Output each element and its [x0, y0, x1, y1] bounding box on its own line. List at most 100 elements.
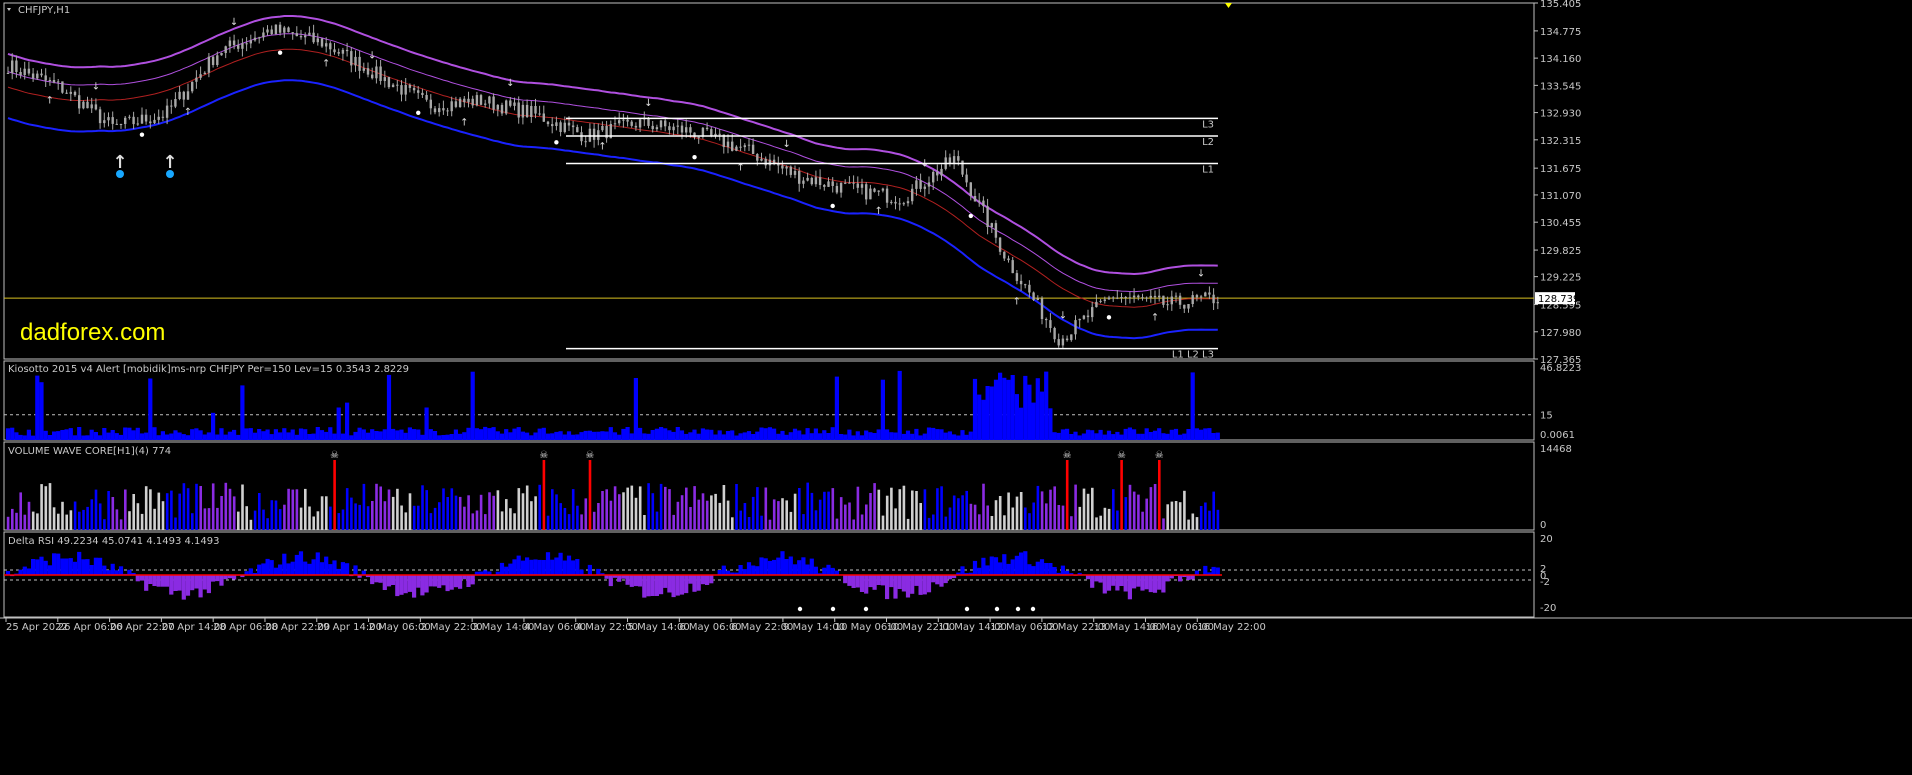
kiosotto-bar — [947, 431, 952, 440]
candle-body — [567, 122, 571, 126]
dot-icon — [830, 606, 836, 612]
candle-body — [1216, 302, 1219, 304]
volume-bar — [1086, 493, 1090, 530]
kiosotto-bar — [784, 434, 789, 440]
kiosotto-bar — [1085, 429, 1091, 440]
delta-rsi-bar — [922, 575, 927, 595]
candle-body — [1116, 297, 1119, 299]
level-label: L2 — [1202, 137, 1214, 148]
delta-rsi-bar — [972, 560, 978, 575]
kiosotto-bar — [22, 435, 27, 440]
delta-rsi-bar — [269, 560, 274, 575]
kiosotto-bar — [1098, 429, 1103, 440]
candle-body — [798, 171, 801, 184]
delta-rsi-bar — [822, 567, 827, 575]
kiosotto-bar — [960, 430, 965, 440]
chevron-down-icon[interactable] — [7, 8, 11, 11]
kiosotto-bar — [165, 434, 170, 440]
candle-body — [170, 105, 173, 107]
chart-canvas[interactable]: ↑↓↑↓↑↓↑↓↑↓↑↓↑↓↑↓↑↓↑↑L3L2L1L1 L2 L3135.40… — [0, 0, 1912, 775]
volume-bar — [391, 496, 395, 530]
candle-body — [1153, 295, 1157, 298]
kiosotto-axis-label: 46.8223 — [1540, 363, 1581, 374]
candle-body — [906, 201, 910, 204]
candle-body — [417, 90, 420, 93]
candle-body — [48, 80, 52, 81]
candle-body — [881, 188, 885, 191]
down-arrow-icon: ↓ — [1059, 311, 1067, 322]
candle-body — [1141, 297, 1144, 299]
delta-rsi-bar — [1023, 551, 1028, 575]
kiosotto-bar — [1081, 433, 1086, 440]
volume-bar — [1158, 460, 1161, 530]
candle-body — [454, 101, 458, 107]
candle-body — [940, 168, 943, 176]
kiosotto-bar — [638, 427, 643, 440]
candle-body — [446, 110, 449, 112]
candle-body — [258, 37, 261, 39]
volume-bar — [714, 493, 717, 530]
kiosotto-bar — [725, 431, 731, 440]
volume-bar — [90, 499, 94, 530]
kiosotto-bar — [152, 427, 157, 440]
price-tick-label: 132.315 — [1540, 136, 1581, 147]
kiosotto-bar — [755, 431, 760, 440]
candle-body — [952, 156, 956, 164]
candle-body — [82, 101, 85, 109]
delta-rsi-bar — [550, 559, 555, 575]
candle-body — [249, 40, 252, 44]
delta-rsi-bar — [68, 558, 73, 575]
kiosotto-bar — [989, 386, 994, 440]
volume-bar — [463, 506, 466, 530]
delta-rsi-bar — [432, 575, 438, 587]
candle-body — [488, 96, 491, 104]
delta-rsi-bar — [1203, 565, 1208, 575]
delta-rsi-bar — [977, 567, 982, 575]
candle-body — [165, 105, 169, 118]
candle-body — [44, 75, 47, 81]
delta-rsi-bar — [81, 559, 86, 575]
candle-body — [534, 106, 537, 114]
candle-body — [345, 49, 349, 52]
candle-body — [1099, 300, 1102, 302]
volume-bar — [731, 517, 734, 530]
volume-bar — [978, 514, 981, 530]
delta-rsi-bar — [571, 560, 576, 575]
delta-rsi-bar — [608, 575, 613, 587]
candle-body — [316, 38, 319, 43]
candle-body — [262, 32, 265, 38]
delta-rsi-bar — [646, 575, 651, 597]
candle-body — [6, 73, 10, 74]
kiosotto-bar — [671, 431, 676, 440]
kiosotto-bar — [868, 432, 873, 440]
time-tick-label: 16 May 22:00 — [1197, 622, 1266, 633]
shift-marker-icon[interactable] — [1225, 3, 1232, 8]
volume-bar — [86, 506, 89, 530]
volume-bar — [366, 506, 370, 530]
kiosotto-bar — [864, 430, 869, 440]
volume-axis-label: 14468 — [1540, 444, 1572, 455]
candle-body — [839, 182, 843, 193]
kiosotto-bar — [935, 429, 940, 440]
current-price-label: 128.739 — [1538, 294, 1579, 305]
delta-rsi-bar — [813, 566, 818, 575]
volume-bar — [371, 501, 374, 530]
volume-bar — [513, 513, 516, 530]
volume-bar — [274, 500, 278, 530]
kiosotto-bar — [357, 427, 362, 440]
delta-rsi-bar — [533, 559, 538, 575]
delta-rsi-bar — [847, 575, 852, 586]
candle-body — [312, 32, 315, 43]
delta-rsi-bar — [1215, 567, 1220, 575]
delta-rsi-bar — [1123, 575, 1128, 592]
candle-body — [425, 95, 428, 100]
kiosotto-bar — [1211, 433, 1216, 440]
volume-bar — [576, 505, 579, 530]
kiosotto-bar — [1115, 431, 1120, 440]
dot-icon — [994, 606, 1000, 612]
delta-rsi-bar — [1060, 565, 1065, 575]
kiosotto-bar — [85, 435, 90, 440]
kiosotto-bar — [499, 433, 505, 440]
volume-bar — [475, 510, 479, 530]
kiosotto-bar — [562, 434, 567, 440]
